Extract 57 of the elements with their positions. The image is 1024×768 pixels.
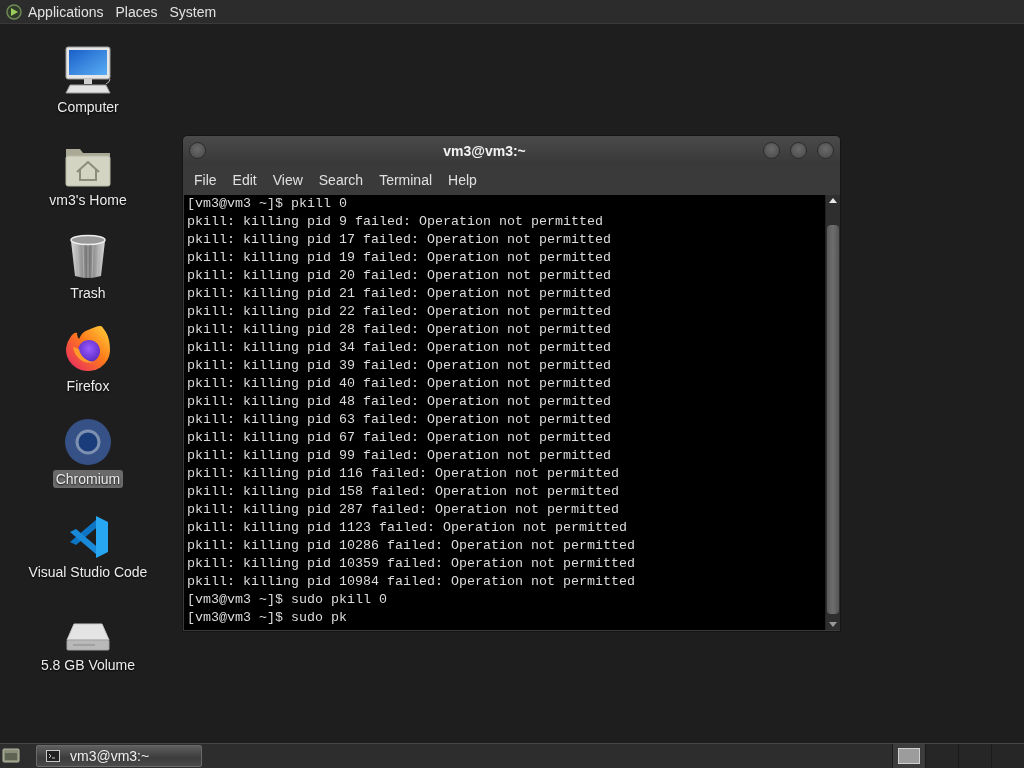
menu-item[interactable]: Edit (224, 168, 265, 192)
window-title: vm3@vm3:~ (442, 142, 527, 159)
terminal-line: pkill: killing pid 9 failed: Operation not permitted (187, 213, 604, 231)
task-button[interactable]: vm3@vm3:~ (36, 745, 202, 767)
terminal-line: pkill: killing pid 116 failed: Operation not permitted (187, 465, 620, 483)
home-folder-icon[interactable] (65, 147, 111, 187)
terminal-line: pkill: killing pid 287 failed: Operation not permitted (187, 501, 620, 519)
terminal-line: pkill: killing pid 17 failed: Operation not permitted (187, 231, 612, 249)
terminal-line: pkill: killing pid 34 failed: Operation not permitted (187, 339, 612, 357)
menu-item[interactable]: Search (310, 168, 372, 192)
shortcut-label[interactable]: Computer (54, 98, 122, 116)
shortcut-label[interactable]: Chromium (52, 470, 124, 488)
shortcut-label[interactable]: vm3's Home (46, 191, 130, 209)
menu-item[interactable]: Help (440, 168, 485, 192)
close-button[interactable] (817, 142, 834, 159)
play-logo-icon[interactable] (6, 3, 22, 20)
drive-icon[interactable] (65, 622, 111, 652)
terminal-line: [vm3@vm3 ~]$ pkill 0 (187, 195, 348, 213)
menu-item[interactable]: File (186, 168, 225, 192)
shortcut-label[interactable]: 5.8 GB Volume (37, 656, 139, 674)
terminal-line: pkill: killing pid 20 failed: Operation not permitted (187, 267, 612, 285)
window-menu-button[interactable] (189, 142, 206, 159)
terminal-line: pkill: killing pid 28 failed: Operation not permitted (187, 321, 612, 339)
desktop-icon[interactable] (2, 746, 20, 764)
menu-item[interactable]: Terminal (371, 168, 441, 192)
maximize-button[interactable] (790, 142, 807, 159)
terminal-line: pkill: killing pid 21 failed: Operation not permitted (187, 285, 612, 303)
terminal-icon (46, 750, 60, 762)
flame-globe-icon[interactable] (65, 325, 111, 373)
trash-can-icon[interactable] (68, 234, 108, 280)
terminal-line: pkill: killing pid 10359 failed: Operation not permitted (187, 555, 636, 573)
scrollbar-thumb[interactable] (827, 225, 839, 614)
terminal-line: [vm3@vm3 ~]$ sudo pkill 0 (187, 591, 388, 609)
workspace-button[interactable] (892, 744, 925, 768)
terminal-line: pkill: killing pid 99 failed: Operation not permitted (187, 447, 612, 465)
minimize-button[interactable] (763, 142, 780, 159)
terminal-line: pkill: killing pid 67 failed: Operation not permitted (187, 429, 612, 447)
menu-item[interactable]: View (264, 168, 311, 192)
terminal-line: pkill: killing pid 10286 failed: Operation not permitted (187, 537, 636, 555)
terminal-line: pkill: killing pid 63 failed: Operation not permitted (187, 411, 612, 429)
shortcut-label[interactable]: Trash (67, 284, 109, 302)
panel-menu[interactable]: Places (109, 1, 164, 22)
shortcut-label[interactable]: Visual Studio Code (25, 563, 151, 581)
ring-icon[interactable] (64, 418, 112, 466)
terminal-line: pkill: killing pid 158 failed: Operation not permitted (187, 483, 620, 501)
terminal-line: pkill: killing pid 10984 failed: Operation not permitted (187, 573, 636, 591)
terminal-line: pkill: killing pid 19 failed: Operation not permitted (187, 249, 612, 267)
monitor-icon[interactable] (63, 46, 113, 94)
terminal-line: pkill: killing pid 1123 failed: Operation not permitted (187, 519, 628, 537)
terminal-line: pkill: killing pid 39 failed: Operation not permitted (187, 357, 612, 375)
terminal-line: [vm3@vm3 ~]$ sudo pk (187, 609, 348, 627)
terminal-line: pkill: killing pid 40 failed: Operation not permitted (187, 375, 612, 393)
shortcut-label[interactable]: Firefox (63, 377, 113, 395)
panel-menu[interactable]: System (163, 1, 223, 22)
terminal-line: pkill: killing pid 22 failed: Operation not permitted (187, 303, 612, 321)
terminal-line: pkill: killing pid 48 failed: Operation not permitted (187, 393, 612, 411)
panel-menu[interactable]: Applications (22, 1, 110, 22)
